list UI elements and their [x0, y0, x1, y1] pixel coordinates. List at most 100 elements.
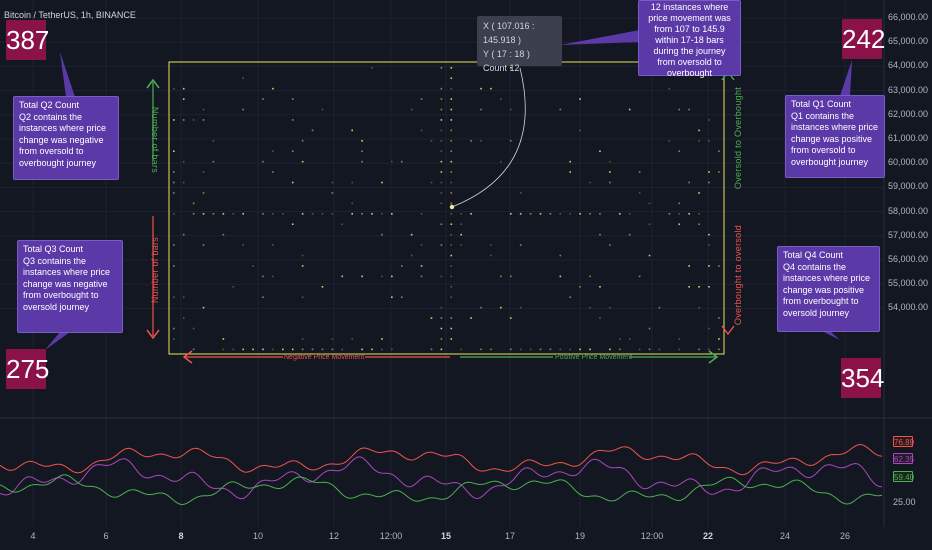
heatmap-cell	[648, 254, 651, 257]
heatmap-cell	[628, 108, 631, 111]
heatmap-cell	[361, 213, 363, 215]
heatmap-cell	[450, 296, 453, 299]
heatmap-cell	[301, 254, 304, 257]
heatmap-cell	[708, 286, 710, 288]
price-axis[interactable]: 66,000.00 65,000.00 64,000.00 63,000.00 62,0…	[884, 0, 932, 420]
price-tick-label: 54,000.00	[888, 302, 929, 313]
heatmap-cell	[450, 275, 453, 278]
heatmap-cell	[509, 108, 512, 111]
heatmap-cell	[420, 213, 423, 215]
heatmap-cell	[708, 327, 710, 330]
heatmap-cell	[688, 265, 690, 267]
heatmap-cell	[698, 192, 700, 194]
indicator-middle-line	[0, 456, 883, 500]
heatmap-cell	[470, 213, 472, 215]
heatmap-cell	[272, 87, 274, 90]
heatmap-cell	[232, 213, 235, 215]
heatmap-cell	[440, 306, 443, 309]
heatmap-cell	[450, 140, 453, 142]
symbol-title[interactable]: Bitcoin / TetherUS, 1h, BINANCE	[4, 10, 136, 20]
note-pointer	[822, 331, 840, 340]
heatmap-cell	[539, 348, 542, 351]
heatmap-cell	[291, 119, 294, 121]
heatmap-cell	[222, 233, 225, 236]
heatmap-cell	[480, 348, 482, 351]
heatmap-cell	[450, 244, 453, 246]
time-tick-label: 12:00	[640, 531, 664, 541]
heatmap-cell	[361, 160, 363, 163]
heatmap-cell	[668, 140, 671, 142]
heatmap-cell	[173, 296, 175, 299]
indicator-lower-line	[0, 474, 883, 506]
heatmap-cell	[480, 108, 482, 111]
price-tick-label: 65,000.00	[888, 36, 929, 47]
tooltip-connector	[451, 67, 526, 208]
heatmap-cell	[519, 244, 522, 246]
heatmap-cell	[202, 119, 205, 121]
heatmap-cell	[529, 213, 532, 215]
heatmap-cell	[698, 223, 700, 226]
heatmap-cell	[500, 306, 502, 309]
heatmap-cell	[698, 213, 700, 215]
price-tick-label: 62,000.00	[888, 108, 929, 119]
heatmap-cell	[480, 140, 482, 142]
heatmap-cell	[678, 338, 681, 340]
heatmap-cell	[638, 348, 641, 351]
heatmap-cell	[450, 254, 453, 257]
heatmap-cell	[490, 244, 492, 246]
bars-label-lower: Number of bars	[150, 236, 160, 304]
heatmap-cell	[490, 87, 492, 90]
time-axis[interactable]: 4 6 8 10 12 12:00 15 17 19 12:00 22 24 26	[0, 527, 932, 550]
heatmap-cell	[450, 181, 453, 184]
heatmap-cell	[450, 119, 453, 121]
heatmap-cell	[519, 348, 522, 351]
heatmap-cell	[410, 254, 413, 257]
heatmap-cell	[470, 317, 472, 319]
q1-note: Total Q1 Count Q1 contains the instances…	[785, 95, 885, 178]
negative-move-label: Negative Price Movement	[284, 354, 365, 361]
heatmap-cell	[698, 306, 700, 309]
time-tick-label: 12	[328, 531, 340, 541]
heatmap-cell	[291, 348, 294, 351]
heatmap-cell	[668, 213, 671, 215]
indicator-upper-line	[0, 443, 883, 476]
heatmap-cell	[509, 275, 512, 278]
heatmap-cell	[430, 348, 433, 351]
heatmap-cell	[628, 233, 631, 236]
heatmap-cell	[391, 348, 393, 351]
heatmap-cell	[252, 348, 254, 351]
heatmap-cell	[361, 275, 363, 278]
positive-move-label: Positive Price Movement	[555, 354, 633, 361]
heatmap-cell	[371, 67, 373, 69]
heatmap-cell	[262, 296, 264, 299]
heatmap-cell	[440, 223, 443, 226]
heatmap-cell	[708, 233, 710, 236]
heatmap-cell	[440, 181, 443, 184]
heatmap-cell	[173, 265, 175, 267]
heatmap-cell	[331, 338, 334, 340]
heatmap-cell	[182, 119, 185, 121]
overbought-to-oversold-label: Overbought to oversold	[733, 224, 743, 326]
heatmap-cell	[361, 348, 363, 351]
heatmap-cell	[480, 306, 482, 309]
heatmap-cell	[212, 160, 215, 163]
heatmap-cell	[678, 348, 681, 351]
heatmap-cell	[331, 348, 334, 351]
heatmap-cell	[222, 348, 225, 351]
heatmap-cell	[460, 213, 463, 215]
heatmap-cell	[708, 140, 710, 142]
heatmap-cell	[678, 108, 681, 111]
heatmap-cell	[192, 202, 195, 205]
heatmap-cell	[569, 213, 572, 215]
price-tick-label: 58,000.00	[888, 205, 929, 216]
heatmap-cell	[173, 171, 175, 173]
heatmap-cell	[242, 77, 244, 80]
indicator-upper-value: 76.89	[893, 436, 915, 447]
heatmap-cell	[688, 286, 690, 288]
heatmap-cell	[192, 348, 195, 351]
heatmap-cell	[490, 348, 492, 351]
heatmap-cell	[400, 160, 403, 163]
heatmap-cell	[718, 171, 720, 173]
heatmap-cell	[529, 348, 532, 351]
heatmap-cell	[440, 108, 443, 111]
